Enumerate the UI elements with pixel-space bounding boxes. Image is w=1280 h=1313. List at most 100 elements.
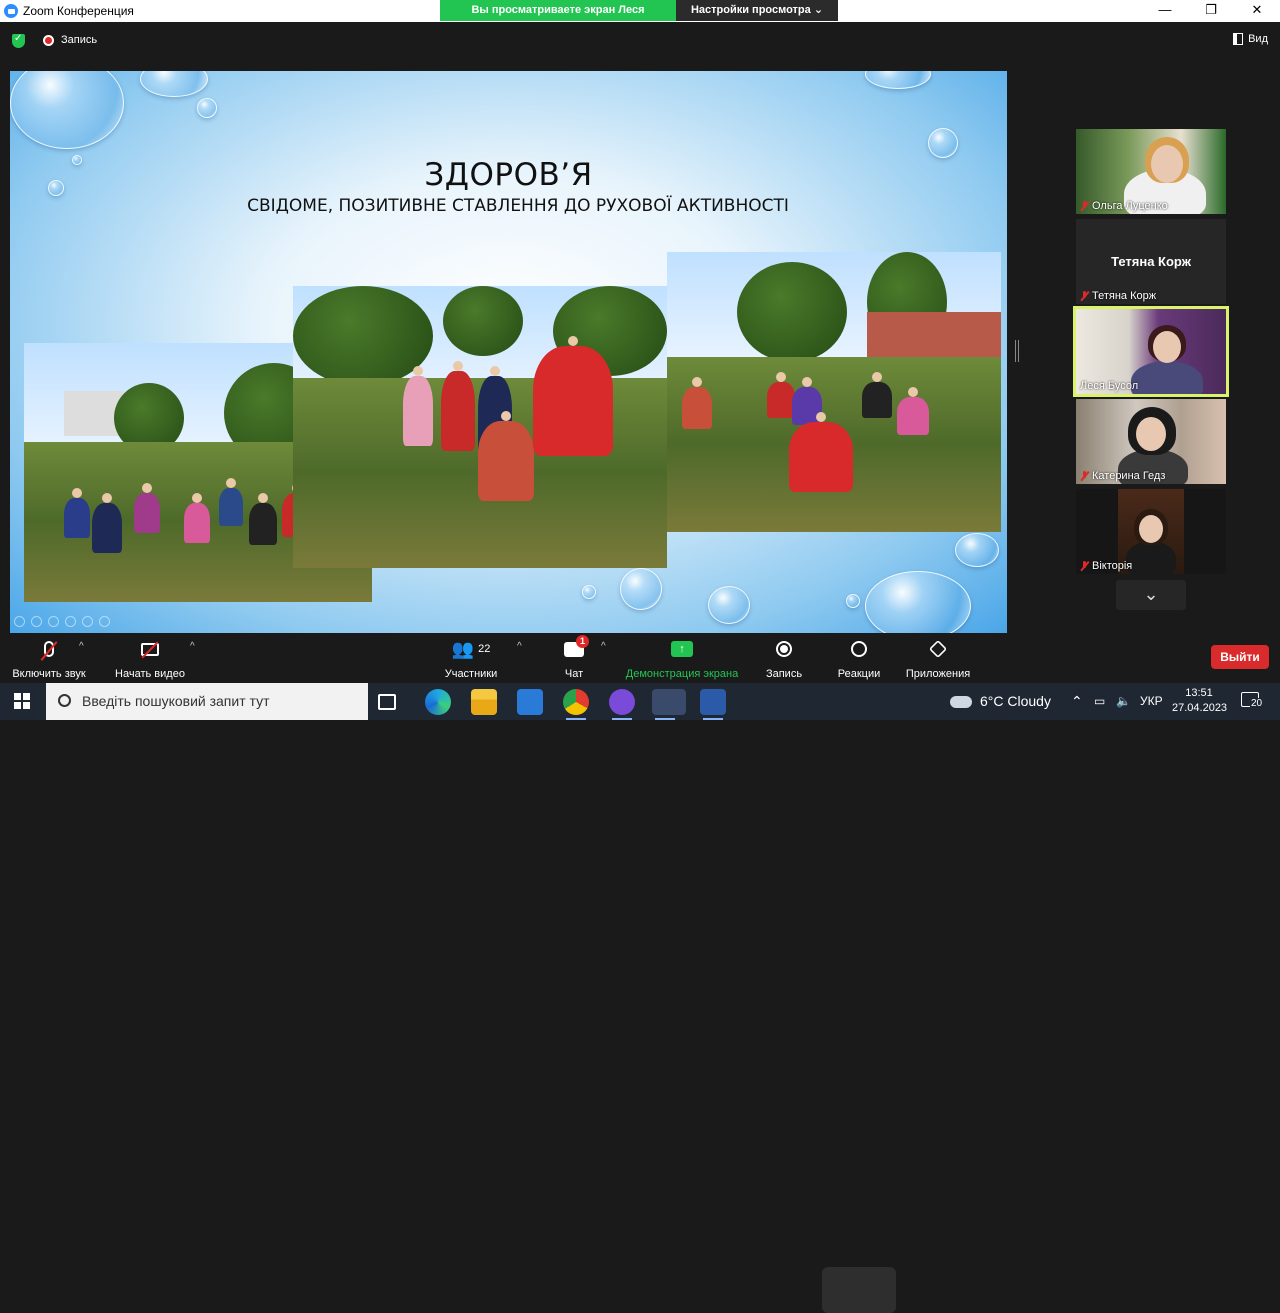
- participant-tile-active-speaker[interactable]: Леся Бусол: [1073, 306, 1229, 397]
- volume-icon[interactable]: 🔈: [1116, 683, 1131, 720]
- screen-share-banner: Вы просматриваете экран Леся Бусол Настр…: [440, 0, 838, 37]
- participant-display-name: Тетяна Корж: [1111, 254, 1191, 269]
- video-options-caret[interactable]: ^: [190, 641, 195, 652]
- meeting-toolbar: Включить звук ^ Начать видео ^ 👥 22 Учас…: [0, 633, 1280, 1313]
- viber-icon[interactable]: [609, 689, 635, 720]
- zoom-icon[interactable]: [82, 616, 93, 627]
- edge-browser-icon[interactable]: [425, 689, 451, 715]
- water-drop-decoration: [865, 571, 971, 633]
- water-drop-decoration: [10, 71, 124, 149]
- cloud-icon: [950, 696, 972, 709]
- minimize-button[interactable]: —: [1142, 0, 1188, 22]
- participant-name: Ольга Луценко: [1080, 200, 1168, 212]
- slide-subtitle: СВІДОМЕ, ПОЗИТИВНЕ СТАВЛЕННЯ ДО РУХОВОЇ …: [247, 196, 789, 216]
- close-button[interactable]: ✕: [1234, 0, 1280, 22]
- maximize-button[interactable]: ❐: [1188, 0, 1234, 22]
- recording-icon: [43, 35, 54, 46]
- previous-slide-icon[interactable]: [14, 616, 25, 627]
- video-camera-off-icon: [141, 642, 159, 656]
- record-label: Запись: [765, 668, 803, 680]
- notifications-icon[interactable]: 20: [1241, 692, 1264, 709]
- water-drop-decoration: [865, 71, 931, 89]
- search-icon: [58, 694, 71, 707]
- water-drop-decoration: [955, 533, 999, 567]
- muted-mic-icon: [1080, 291, 1089, 301]
- participant-name: Катерина Гедз: [1080, 470, 1165, 482]
- water-drop-decoration: [197, 98, 217, 118]
- participant-tile[interactable]: Вікторія: [1076, 489, 1226, 574]
- participant-tile[interactable]: Тетяна Корж Тетяна Корж: [1076, 219, 1226, 304]
- apps-label: Приложения: [905, 668, 971, 680]
- tray-overflow-icon[interactable]: ⌃: [1071, 683, 1083, 720]
- security-shield-icon[interactable]: [12, 33, 25, 48]
- system-clock[interactable]: 13:51 27.04.2023: [1172, 686, 1227, 716]
- slide-title: ЗДОРОВ’Я: [424, 157, 593, 193]
- network-icon[interactable]: ▭: [1094, 683, 1105, 720]
- share-screen-arrow-icon: ↑: [671, 641, 693, 657]
- shared-screen-slide: ЗДОРОВ’Я СВІДОМЕ, ПОЗИТИВНЕ СТАВЛЕННЯ ДО…: [10, 71, 1007, 633]
- water-drop-decoration: [140, 71, 208, 97]
- more-options-icon[interactable]: [99, 616, 110, 627]
- zoom-taskbar-icon[interactable]: [652, 689, 686, 720]
- participant-name: Леся Бусол: [1080, 380, 1139, 392]
- zoom-app-icon: [4, 4, 18, 18]
- slide-photo-children-hoops: [667, 252, 1001, 532]
- participant-name: Тетяна Корж: [1080, 290, 1156, 302]
- water-drop-decoration: [708, 586, 750, 624]
- apps-icon: [928, 639, 948, 659]
- split-view-divider[interactable]: [1015, 340, 1019, 362]
- participant-tile[interactable]: Ольга Луценко: [1076, 129, 1226, 214]
- microphone-muted-icon: [44, 641, 54, 657]
- start-video-button[interactable]: Начать видео: [108, 637, 192, 680]
- pen-icon[interactable]: [48, 616, 59, 627]
- next-slide-icon[interactable]: [31, 616, 42, 627]
- slide-photo-children-standing: [293, 286, 667, 568]
- microsoft-store-icon[interactable]: [517, 689, 543, 715]
- record-button[interactable]: Запись: [758, 637, 810, 680]
- reactions-label: Реакции: [837, 668, 881, 680]
- reactions-button[interactable]: Реакции: [826, 637, 892, 680]
- window-title-bar: Zoom Конференция Вы просматриваете экран…: [0, 0, 1280, 37]
- slide-controls: [14, 616, 110, 627]
- leave-meeting-button[interactable]: Выйти: [1211, 645, 1269, 669]
- chat-unread-badge: 1: [576, 634, 590, 648]
- language-indicator[interactable]: УКР: [1140, 683, 1163, 720]
- windows-taskbar: Введіть пошуковий запит тут 6°C Cloudy ⌃…: [0, 683, 1280, 720]
- water-drop-decoration: [620, 568, 662, 610]
- participants-button[interactable]: 👥 22 Участники: [436, 637, 506, 681]
- word-icon[interactable]: [700, 689, 726, 720]
- chrome-browser-icon[interactable]: [563, 689, 589, 720]
- muted-mic-icon: [1080, 201, 1089, 211]
- participant-tile[interactable]: Катерина Гедз: [1076, 399, 1226, 484]
- view-button[interactable]: Вид: [1233, 33, 1268, 45]
- taskbar-search-input[interactable]: Введіть пошуковий запит тут: [46, 683, 368, 720]
- slides-overview-icon[interactable]: [65, 616, 76, 627]
- share-screen-button[interactable]: ↑ Демонстрация экрана: [620, 637, 744, 680]
- chat-options-caret[interactable]: ^: [601, 641, 606, 652]
- recording-label[interactable]: Запись: [61, 34, 97, 46]
- gallery-scroll-down-button[interactable]: ⌄: [1116, 580, 1186, 610]
- chat-button[interactable]: 1 Чат: [552, 634, 596, 680]
- viewing-screen-label: Вы просматриваете экран Леся Бусол: [440, 0, 676, 37]
- start-video-label: Начать видео: [115, 668, 185, 680]
- record-icon: [776, 641, 792, 657]
- search-placeholder: Введіть пошуковий запит тут: [82, 693, 270, 709]
- share-screen-label: Демонстрация экрана: [625, 668, 739, 680]
- reactions-smile-icon: [851, 641, 867, 657]
- water-drop-decoration: [582, 585, 596, 599]
- notifications-count: 20: [1250, 698, 1264, 709]
- participants-options-caret[interactable]: ^: [517, 641, 522, 652]
- view-options-button[interactable]: Настройки просмотра ⌄: [676, 0, 838, 21]
- muted-mic-icon: [1080, 471, 1089, 481]
- weather-widget[interactable]: 6°C Cloudy: [950, 683, 1051, 720]
- window-title: Zoom Конференция: [23, 4, 134, 18]
- task-view-icon[interactable]: [378, 694, 396, 710]
- audio-options-caret[interactable]: ^: [79, 641, 84, 652]
- reactions-button-background: [822, 1267, 896, 1313]
- apps-button[interactable]: Приложения: [902, 637, 974, 680]
- file-explorer-icon[interactable]: [471, 689, 497, 715]
- participants-label: Участники: [444, 668, 498, 680]
- participants-count: 22: [478, 643, 491, 655]
- meeting-top-bar: Запись Вид: [0, 22, 1280, 60]
- windows-start-icon[interactable]: [14, 693, 30, 709]
